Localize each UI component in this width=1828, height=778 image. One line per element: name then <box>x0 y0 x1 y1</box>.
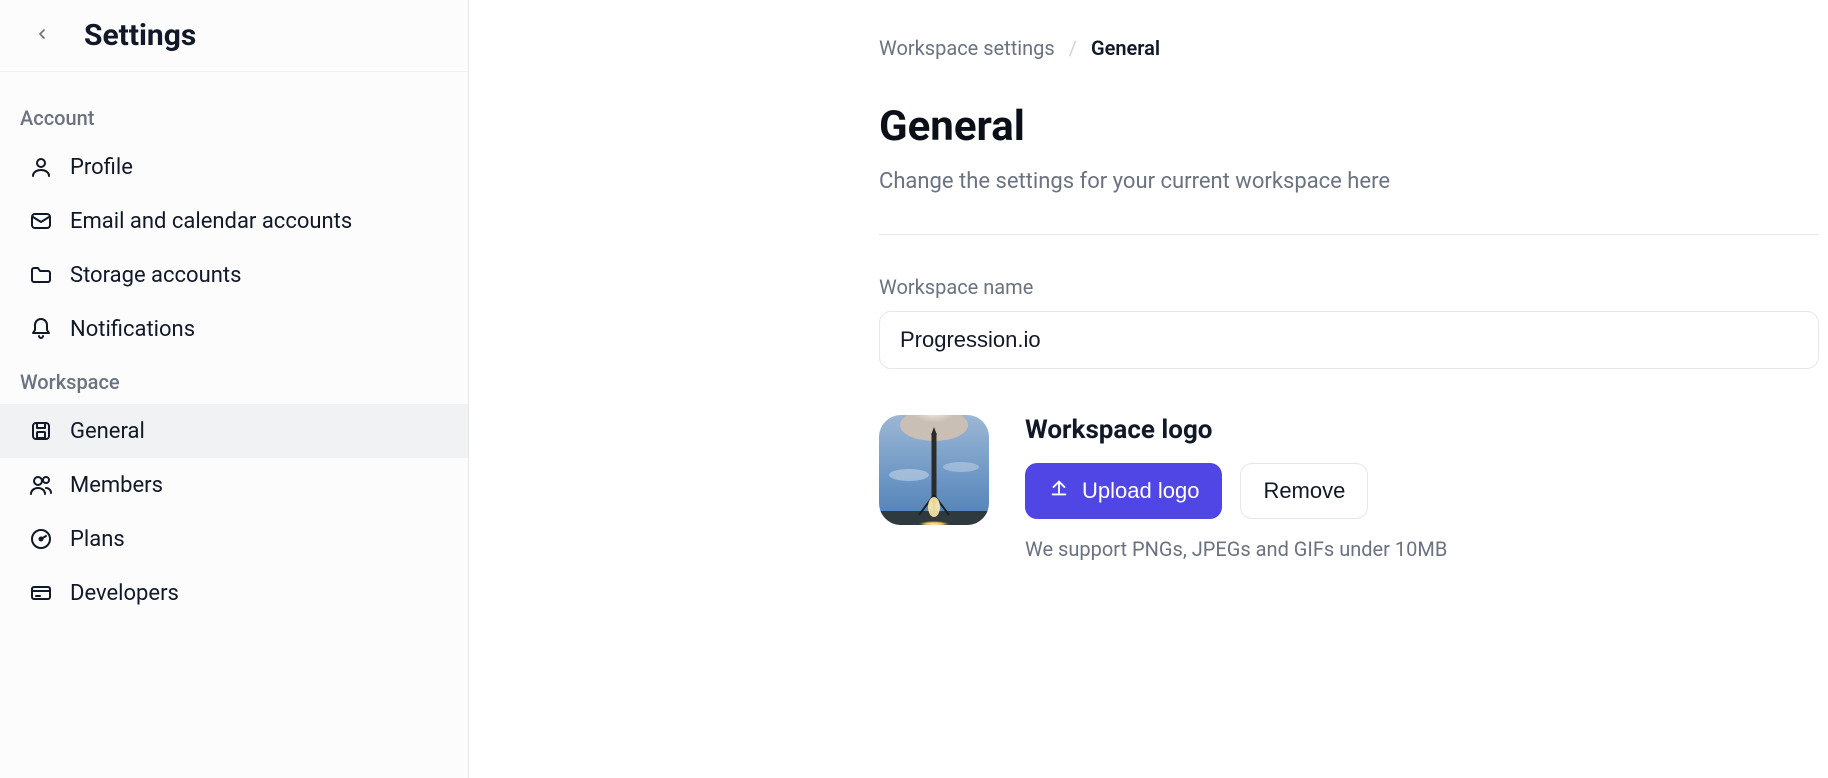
workspace-logo-title: Workspace logo <box>1025 415 1447 445</box>
sidebar-title: Settings <box>84 18 196 53</box>
sidebar-item-members[interactable]: Members <box>0 458 468 512</box>
sidebar-item-general[interactable]: General <box>0 404 468 458</box>
sidebar-header: Settings <box>0 0 468 72</box>
bell-icon <box>28 316 54 342</box>
breadcrumb-current: General <box>1091 36 1160 60</box>
user-icon <box>28 154 54 180</box>
sidebar-item-label: Plans <box>70 527 125 552</box>
users-icon <box>28 472 54 498</box>
sidebar-item-label: Notifications <box>70 317 195 342</box>
workspace-logo-section: Workspace logo Upload logo Remove We sup… <box>879 415 1819 561</box>
chevron-left-icon <box>34 26 50 45</box>
folder-icon <box>28 262 54 288</box>
workspace-name-input[interactable] <box>879 311 1819 369</box>
back-button[interactable] <box>28 22 56 50</box>
upload-logo-button[interactable]: Upload logo <box>1025 463 1222 519</box>
gauge-icon <box>28 526 54 552</box>
sidebar-item-label: Members <box>70 473 163 498</box>
mail-icon <box>28 208 54 234</box>
divider <box>879 234 1819 235</box>
breadcrumb-separator: / <box>1069 36 1077 60</box>
workspace-name-label: Workspace name <box>879 275 1819 299</box>
section-label-workspace: Workspace <box>0 356 468 404</box>
sidebar-item-label: Developers <box>70 581 179 606</box>
logo-hint: We support PNGs, JPEGs and GIFs under 10… <box>1025 537 1447 561</box>
sidebar-item-developers[interactable]: Developers <box>0 566 468 620</box>
sidebar-item-notifications[interactable]: Notifications <box>0 302 468 356</box>
sidebar-item-label: Storage accounts <box>70 263 241 288</box>
save-icon <box>28 418 54 444</box>
sidebar-item-email[interactable]: Email and calendar accounts <box>0 194 468 248</box>
sidebar-item-label: Profile <box>70 155 133 180</box>
sidebar-content: Account Profile Email and calendar accou… <box>0 72 468 620</box>
settings-sidebar: Settings Account Profile Email and calen… <box>0 0 469 778</box>
sidebar-item-storage[interactable]: Storage accounts <box>0 248 468 302</box>
remove-logo-label: Remove <box>1263 478 1345 504</box>
workspace-name-field: Workspace name <box>879 275 1819 369</box>
upload-logo-label: Upload logo <box>1082 478 1199 504</box>
sidebar-item-profile[interactable]: Profile <box>0 140 468 194</box>
sidebar-item-plans[interactable]: Plans <box>0 512 468 566</box>
upload-icon <box>1048 477 1070 505</box>
page-title: General <box>879 102 1819 151</box>
main-content: Workspace settings / General General Cha… <box>469 0 1828 778</box>
section-label-account: Account <box>0 92 468 140</box>
breadcrumb-parent[interactable]: Workspace settings <box>879 36 1055 60</box>
page-subtitle: Change the settings for your current wor… <box>879 169 1819 194</box>
sidebar-item-label: Email and calendar accounts <box>70 209 352 234</box>
workspace-logo-image <box>879 415 989 525</box>
breadcrumb: Workspace settings / General <box>879 36 1819 60</box>
sidebar-item-label: General <box>70 419 145 444</box>
remove-logo-button[interactable]: Remove <box>1240 463 1368 519</box>
card-icon <box>28 580 54 606</box>
